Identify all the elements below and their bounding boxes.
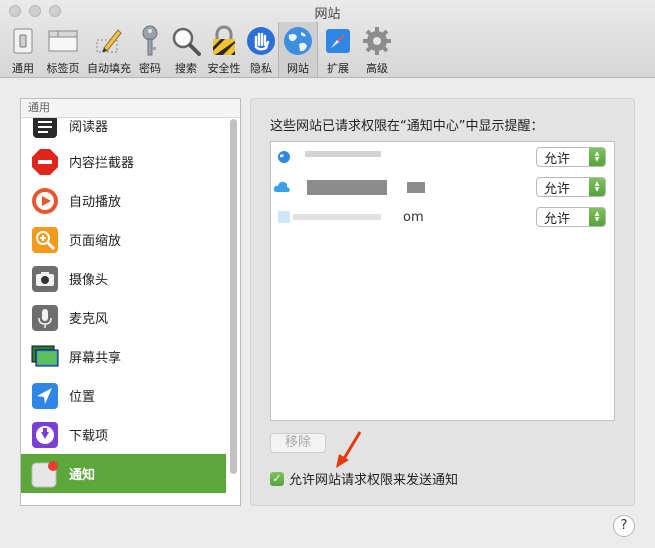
sidebar-item-camera[interactable]: 摄像头 (21, 259, 226, 298)
sidebar-item-autoplay[interactable]: 自动播放 (21, 181, 226, 220)
allow-requests-option[interactable]: ✓ 允许网站请求权限来发送通知 (270, 469, 458, 488)
magnifier-icon (170, 25, 202, 57)
lock-icon (208, 25, 240, 57)
allow-requests-checkbox[interactable]: ✓ (270, 471, 284, 486)
category-list[interactable]: 阅读器 内容拦截器 自动播放 页面缩放 摄像头 麦克风 屏幕共享 位置 下载项 … (21, 118, 240, 505)
tab-privacy[interactable]: 隐私 (244, 22, 278, 77)
download-icon (31, 421, 59, 449)
microphone-icon (31, 304, 59, 332)
switch-icon (7, 25, 39, 57)
stop-sign-icon (31, 148, 59, 176)
permission-select[interactable]: 允许 ▲ ▼ (536, 147, 606, 167)
sidebar-section-header: 通用 (21, 99, 240, 118)
sidebar-item-notifications[interactable]: 通知 (21, 454, 226, 493)
window-title: 网站 (314, 7, 341, 22)
help-button[interactable]: ? (613, 515, 635, 537)
tab-extensions[interactable]: 扩展 (318, 22, 358, 77)
permission-select[interactable]: 允许 ▲ ▼ (536, 177, 606, 197)
redacted-site-name (293, 214, 381, 220)
site-favicon-icon (277, 210, 291, 224)
sidebar-item-microphone[interactable]: 麦克风 (21, 298, 226, 337)
stepper-arrows-icon: ▲ ▼ (589, 178, 605, 196)
sidebar-item-reader[interactable]: 阅读器 (21, 118, 226, 145)
sidebar-item-page-zoom[interactable]: 页面缩放 (21, 220, 226, 259)
tab-security[interactable]: 安全性 (204, 22, 244, 77)
website-list[interactable]: 允许 ▲ ▼ 允许 ▲ ▼ om 允许 ▲ ▼ (270, 141, 615, 421)
site-favicon-icon (277, 150, 291, 164)
notifications-panel: 这些网站已请求权限在“通知中心”中显示提醒： 允许 ▲ ▼ 允许 ▲ ▼ om … (250, 98, 635, 506)
gear-icon (361, 25, 393, 57)
redacted-site-name (305, 151, 381, 157)
tab-tabs[interactable]: 标签页 (40, 22, 86, 77)
category-sidebar: 通用 阅读器 内容拦截器 自动播放 页面缩放 摄像头 麦克风 屏幕共享 位置 下… (20, 98, 241, 506)
compass-icon (322, 25, 354, 57)
stepper-arrows-icon: ▲ ▼ (589, 148, 605, 166)
zoom-icon (31, 226, 59, 254)
table-row[interactable]: 允许 ▲ ▼ (271, 172, 614, 202)
tab-search[interactable]: 搜索 (168, 22, 204, 77)
toolbar: 网站 通用 标签页 自动填充 密码 搜索 安全性 隐私 网站 扩展 高级 (0, 0, 655, 78)
tab-websites[interactable]: 网站 (278, 22, 318, 77)
tab-autofill[interactable]: 自动填充 (86, 22, 132, 77)
sidebar-item-location[interactable]: 位置 (21, 376, 226, 415)
tab-general[interactable]: 通用 (6, 22, 40, 77)
globe-icon (282, 25, 314, 57)
key-icon (134, 25, 166, 57)
tab-passwords[interactable]: 密码 (132, 22, 168, 77)
redacted-site-name (307, 180, 387, 195)
camera-icon (31, 265, 59, 293)
tabs-icon (47, 25, 79, 57)
remove-button[interactable]: 移除 (270, 433, 326, 453)
permission-select[interactable]: 允许 ▲ ▼ (536, 207, 606, 227)
table-row[interactable]: om 允许 ▲ ▼ (271, 202, 614, 232)
site-name: om (403, 209, 424, 225)
stepper-arrows-icon: ▲ ▼ (589, 208, 605, 226)
preference-tabs: 通用 标签页 自动填充 密码 搜索 安全性 隐私 网站 扩展 高级 (6, 22, 396, 77)
red-arrow-annotation-icon (336, 431, 362, 468)
screen-share-icon (31, 343, 59, 371)
play-icon (31, 187, 59, 215)
sidebar-item-screen-sharing[interactable]: 屏幕共享 (21, 337, 226, 376)
location-icon (31, 382, 59, 410)
panel-title: 这些网站已请求权限在“通知中心”中显示提醒： (270, 119, 544, 134)
sidebar-scroll-thumb[interactable] (230, 119, 237, 474)
allow-requests-label: 允许网站请求权限来发送通知 (289, 473, 459, 488)
reader-icon (31, 118, 59, 140)
notification-icon (31, 460, 59, 488)
table-row[interactable]: 允许 ▲ ▼ (271, 142, 614, 172)
sidebar-item-downloads[interactable]: 下载项 (21, 415, 226, 454)
pencil-icon (93, 25, 125, 57)
tab-advanced[interactable]: 高级 (358, 22, 396, 77)
preferences-window: 网站 通用 标签页 自动填充 密码 搜索 安全性 隐私 网站 扩展 高级 通用 … (0, 0, 655, 548)
sidebar-scrollbar[interactable] (230, 119, 237, 505)
cloud-favicon-icon (273, 180, 291, 194)
hand-icon (245, 25, 277, 57)
sidebar-item-content-blockers[interactable]: 内容拦截器 (21, 142, 226, 181)
